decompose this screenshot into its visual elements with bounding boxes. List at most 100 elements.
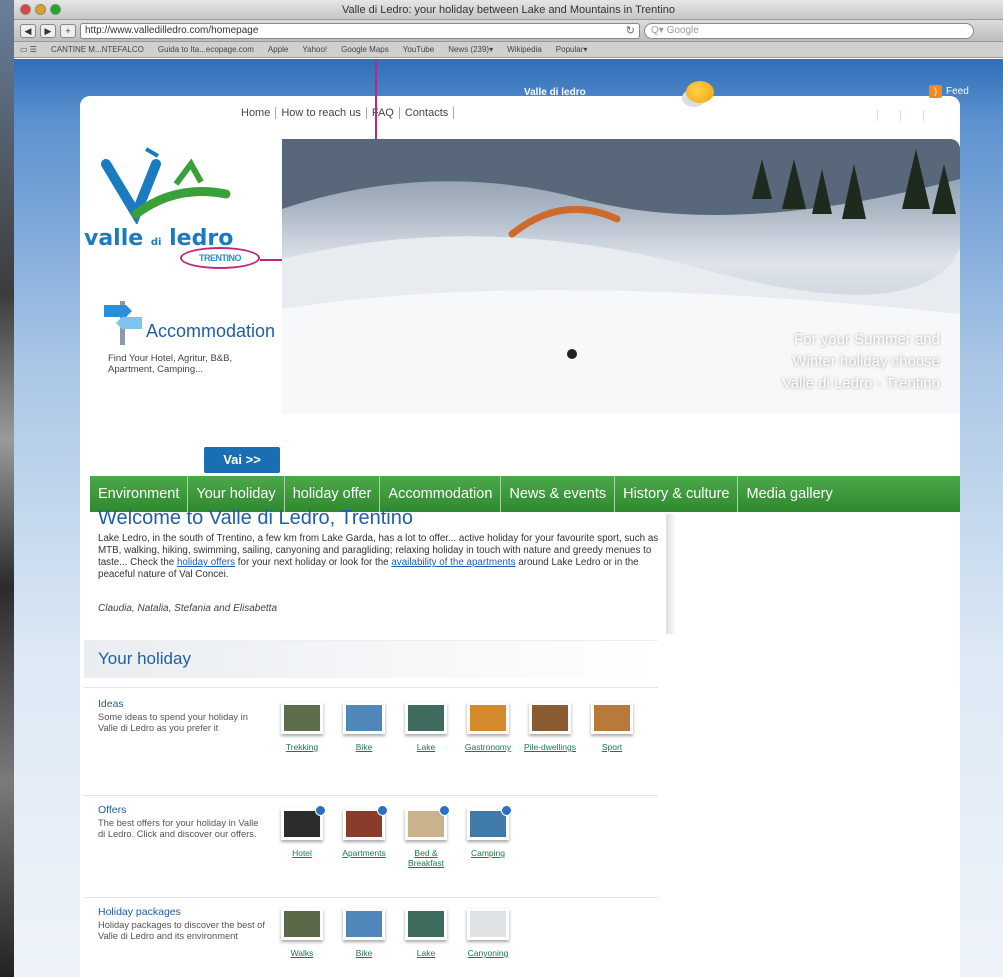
logo-mark-icon <box>101 147 231 224</box>
offer-label[interactable]: Hotel <box>276 848 328 858</box>
bookmark-item[interactable]: Guida to Ita...ecopage.com <box>156 45 256 54</box>
nav-how-to-reach[interactable]: How to reach us <box>276 107 367 119</box>
thumbnail-image <box>281 908 323 940</box>
package-label[interactable]: Lake <box>400 948 452 958</box>
offer-apartments[interactable]: Apartments <box>338 805 390 868</box>
package-label[interactable]: Bike <box>338 948 390 958</box>
idea-lake[interactable]: Lake <box>400 702 452 752</box>
thumbnail-image <box>467 805 512 840</box>
address-bar[interactable]: http://www.valledilledro.com/homepage ↻ <box>80 22 640 39</box>
offer-label[interactable]: Apartments <box>338 848 390 858</box>
offer-label[interactable]: Camping <box>462 848 514 858</box>
idea-label[interactable]: Gastronomy <box>462 742 514 752</box>
language-switcher: IT EN DE CZ <box>860 110 945 121</box>
packages-thumbnails: Walks Bike Lake Canyoning <box>276 908 514 958</box>
trentino-badge[interactable]: TRENTINO <box>180 247 260 269</box>
offer-label[interactable]: Bed & Breakfast <box>400 848 452 868</box>
add-bookmark-icon[interactable]: + <box>60 23 76 38</box>
signpost-icon <box>104 301 142 345</box>
accommodation-box: Accommodation Find Your Hotel, Agritur, … <box>88 291 298 411</box>
forward-icon[interactable]: ▶ <box>40 23 56 38</box>
packages-title[interactable]: Holiday packages <box>98 906 181 918</box>
hero-line-1: For your Summer and <box>794 331 940 348</box>
badge-icon <box>501 805 512 816</box>
nav-faq[interactable]: FAQ <box>367 107 400 119</box>
hero-line-2: Winter holiday choose <box>792 353 940 370</box>
offers-description: The best offers for your holiday in Vall… <box>98 818 259 839</box>
package-label[interactable]: Walks <box>276 948 328 958</box>
idea-label[interactable]: Bike <box>338 742 390 752</box>
nav-media-gallery[interactable]: Media gallery <box>738 476 840 512</box>
zoom-icon[interactable] <box>50 4 61 15</box>
bookmark-item[interactable]: News (239)▾ <box>446 45 495 54</box>
thumbnail-image <box>343 702 385 734</box>
nav-home[interactable]: Home <box>236 107 277 119</box>
welcome-text-2: for your next holiday or look for the <box>235 557 392 568</box>
idea-label[interactable]: Lake <box>400 742 452 752</box>
thumbnail-image <box>343 805 388 840</box>
offer-hotel[interactable]: Hotel <box>276 805 328 868</box>
package-canyoning[interactable]: Canyoning <box>462 908 514 958</box>
offer-bed-breakfast[interactable]: Bed & Breakfast <box>400 805 452 868</box>
lang-it[interactable]: IT <box>860 110 878 121</box>
thumbnail-image <box>405 805 450 840</box>
nav-contacts[interactable]: Contacts <box>400 107 455 119</box>
bookmark-item[interactable]: Popular▾ <box>554 45 590 54</box>
lang-en[interactable]: EN <box>878 110 901 121</box>
reload-icon[interactable]: ↻ <box>626 24 635 38</box>
nav-news-events[interactable]: News & events <box>501 476 616 512</box>
bookmark-item[interactable]: YouTube <box>401 45 436 54</box>
vai-button[interactable]: Vai >> <box>204 447 280 473</box>
lang-de[interactable]: DE <box>901 110 924 121</box>
bookmark-item[interactable]: Google Maps <box>339 45 391 54</box>
ideas-description: Some ideas to spend your holiday in Vall… <box>98 712 248 733</box>
package-walks[interactable]: Walks <box>276 908 328 958</box>
divider-shadow <box>666 514 676 634</box>
nav-history-culture[interactable]: History & culture <box>615 476 739 512</box>
idea-trekking[interactable]: Trekking <box>276 702 328 752</box>
accommodation-title: Accommodation <box>146 321 276 341</box>
your-holiday-title: Your holiday <box>98 649 191 668</box>
offer-camping[interactable]: Camping <box>462 805 514 868</box>
thumbnail-image <box>467 702 509 734</box>
thumbnail-image <box>405 908 447 940</box>
bookmark-item[interactable]: CANTINE M...NTEFALCO <box>49 45 146 54</box>
ideas-title[interactable]: Ideas <box>98 698 124 710</box>
hero-caption: For your Summer and Winter holiday choos… <box>750 329 940 395</box>
thumbnail-image <box>405 702 447 734</box>
idea-label[interactable]: Pile-dwellings <box>524 742 576 752</box>
thumbnail-image <box>591 702 633 734</box>
package-bike[interactable]: Bike <box>338 908 390 958</box>
holiday-offers-link[interactable]: holiday offers <box>177 557 235 568</box>
idea-gastronomy[interactable]: Gastronomy <box>462 702 514 752</box>
signature: Claudia, Natalia, Stefania and Elisabett… <box>98 603 278 614</box>
bookmarks-bar: ▭ ☰ CANTINE M...NTEFALCO Guida to Ita...… <box>14 42 1003 58</box>
logo-word-di: di <box>150 237 162 248</box>
rss-feed-link[interactable]: ) Feed <box>929 85 969 98</box>
badge-icon <box>377 805 388 816</box>
apartments-availability-link[interactable]: availability of the apartments <box>391 557 515 568</box>
package-label[interactable]: Canyoning <box>462 948 514 958</box>
idea-pile-dwellings[interactable]: Pile-dwellings <box>524 702 576 752</box>
minimize-icon[interactable] <box>35 4 46 15</box>
rss-icon: ) <box>929 85 942 98</box>
back-icon[interactable]: ◀ <box>20 23 36 38</box>
idea-sport[interactable]: Sport <box>586 702 638 752</box>
badge-icon <box>439 805 450 816</box>
bookmark-item[interactable]: Yahoo! <box>300 45 329 54</box>
idea-label[interactable]: Trekking <box>276 742 328 752</box>
idea-label[interactable]: Sport <box>586 742 638 752</box>
top-navigation: Home How to reach us FAQ Contacts <box>236 107 455 119</box>
search-field[interactable]: Q▾ Google <box>644 22 974 39</box>
offers-title[interactable]: Offers <box>98 804 126 816</box>
package-lake[interactable]: Lake <box>400 908 452 958</box>
idea-bike[interactable]: Bike <box>338 702 390 752</box>
lang-cz[interactable]: CZ <box>924 110 945 121</box>
logo-word-valle: valle <box>84 226 144 251</box>
ideas-block: Ideas Some ideas to spend your holiday i… <box>84 687 658 777</box>
thumbnail-image <box>467 908 509 940</box>
bookmark-item[interactable]: Apple <box>266 45 290 54</box>
bookmark-item[interactable]: Wikipedia <box>505 45 544 54</box>
bookmarks-icon[interactable]: ▭ ☰ <box>18 45 39 54</box>
close-icon[interactable] <box>20 4 31 15</box>
